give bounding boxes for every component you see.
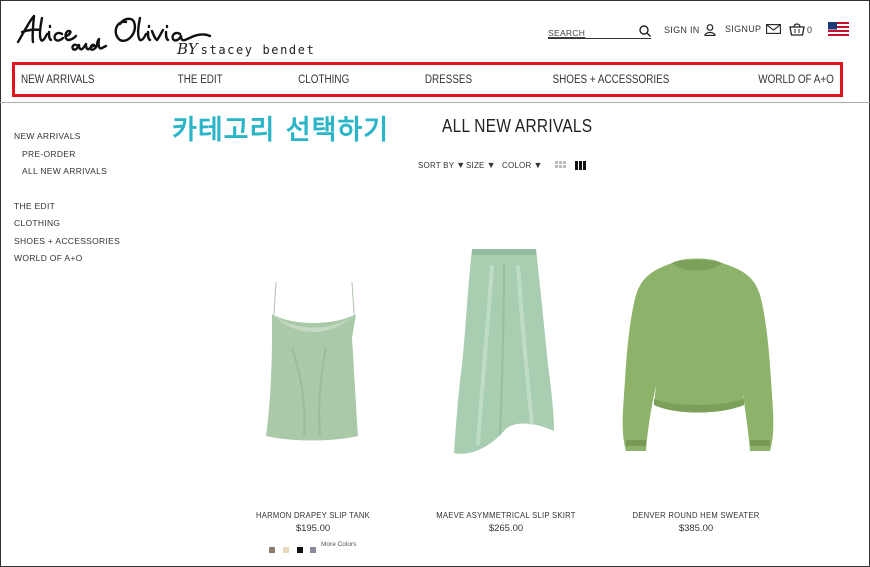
sidebar-item-new-arrivals[interactable]: NEW ARRIVALS: [14, 131, 81, 141]
us-flag-icon[interactable]: [828, 22, 849, 36]
product-price: $265.00: [488, 523, 524, 534]
annotation-text: 카테고리 선택하기: [172, 115, 390, 146]
size-label[interactable]: SIZE: [466, 161, 485, 170]
sign-in-link[interactable]: SIGN IN: [664, 24, 716, 36]
color-swatch[interactable]: [269, 547, 275, 553]
caret-down-icon: ▼: [456, 160, 466, 170]
signup-link[interactable]: SIGNUP: [725, 24, 782, 34]
caret-down-icon: ▼: [486, 160, 496, 170]
nav-world-of-ao[interactable]: WORLD OF A+O: [758, 74, 834, 86]
sign-in-label[interactable]: SIGN IN: [664, 25, 700, 35]
nav-the-edit[interactable]: THE EDIT: [178, 74, 223, 86]
search-icon[interactable]: [639, 24, 651, 37]
cart-button[interactable]: 0: [789, 23, 812, 36]
sort-by-label[interactable]: SORT BY: [418, 161, 454, 170]
sidebar-item-shoes-accessories[interactable]: SHOES + ACCESSORIES: [14, 236, 120, 246]
page-title: ALL NEW ARRIVALS: [442, 116, 593, 136]
designer-byline: BY stacey bendet: [177, 40, 315, 58]
color-label[interactable]: COLOR: [502, 161, 531, 170]
color-dropdown[interactable]: COLOR ▼: [502, 160, 543, 170]
nav-shoes-accessories[interactable]: SHOES + ACCESSORIES: [552, 74, 669, 86]
user-icon[interactable]: [704, 24, 716, 36]
sidebar-item-pre-order[interactable]: PRE-ORDER: [22, 149, 76, 159]
caret-down-icon: ▼: [533, 160, 543, 170]
color-swatch[interactable]: [283, 547, 289, 553]
sort-by-dropdown[interactable]: SORT BY ▼: [418, 160, 465, 170]
main-category-nav: NEW ARRIVALS THE EDIT CLOTHING DRESSES S…: [12, 62, 843, 97]
sidebar-item-clothing[interactable]: CLOTHING: [14, 218, 60, 228]
product-price: $385.00: [678, 523, 714, 534]
search-field[interactable]: SEARCH: [548, 23, 651, 39]
sidebar-item-the-edit[interactable]: THE EDIT: [14, 201, 55, 211]
product-image-sweater[interactable]: [620, 255, 776, 455]
byline-by: BY: [177, 40, 198, 58]
sidebar-item-world-of-ao[interactable]: WORLD OF A+O: [14, 253, 83, 263]
sidebar-item-all-new-arrivals[interactable]: ALL NEW ARRIVALS: [22, 166, 107, 176]
color-swatch[interactable]: [297, 547, 303, 553]
product-name[interactable]: HARMON DRAPEY SLIP TANK: [249, 510, 377, 520]
search-input[interactable]: SEARCH: [548, 24, 585, 38]
product-price: $195.00: [295, 523, 331, 534]
cart-count: 0: [807, 24, 813, 35]
grid-4col-icon[interactable]: [555, 161, 566, 168]
color-swatch[interactable]: [310, 547, 316, 553]
product-image-slip-tank[interactable]: [262, 278, 360, 442]
designer-name: stacey bendet: [200, 43, 316, 57]
cart-icon[interactable]: [789, 23, 805, 36]
mail-icon[interactable]: [766, 24, 782, 34]
product-name[interactable]: MAEVE ASYMMETRICAL SLIP SKIRT: [429, 510, 584, 520]
nav-new-arrivals[interactable]: NEW ARRIVALS: [21, 74, 94, 86]
more-colors-link[interactable]: More Colors: [321, 541, 356, 548]
nav-dresses[interactable]: DRESSES: [424, 74, 471, 86]
header-divider: [0, 102, 870, 103]
size-dropdown[interactable]: SIZE ▼: [466, 160, 496, 170]
product-name[interactable]: DENVER ROUND HEM SWEATER: [629, 510, 762, 520]
grid-3col-icon[interactable]: [575, 161, 586, 170]
product-image-slip-skirt[interactable]: [452, 245, 556, 457]
nav-clothing[interactable]: CLOTHING: [298, 74, 349, 86]
signup-label[interactable]: SIGNUP: [725, 24, 761, 34]
